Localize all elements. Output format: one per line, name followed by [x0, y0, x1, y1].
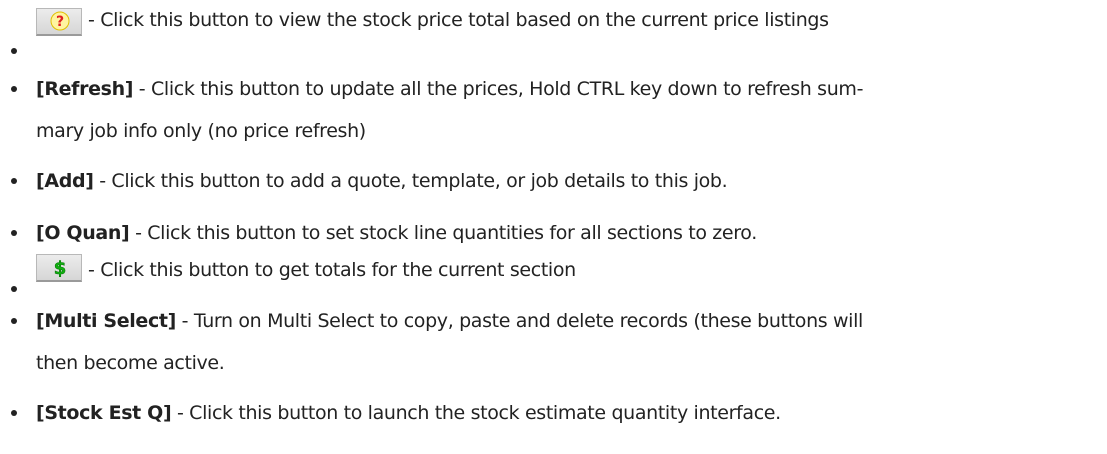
item-line: [Multi Select] - Turn on Multi Select to… — [36, 309, 863, 333]
item-label: [Stock Est Q] — [36, 402, 172, 424]
bullet — [11, 86, 17, 92]
item-text: - Click this button to add a quote, temp… — [93, 170, 728, 192]
item-line: [Refresh] - Click this button to update … — [36, 77, 863, 101]
item-text-continued: then become active. — [36, 352, 225, 374]
bullet — [11, 286, 17, 292]
item-line: [O Quan] - Click this button to set stoc… — [36, 221, 757, 245]
item-text: - Click this button to launch the stock … — [171, 402, 781, 424]
bullet — [11, 178, 17, 184]
item-text: - Click this button to view the stock pr… — [88, 9, 829, 31]
item-line: [Add] - Click this button to add a quote… — [36, 169, 728, 193]
bullet — [11, 318, 17, 324]
item-text-continued: mary job info only (no price refresh) — [36, 120, 366, 142]
svg-text:$: $ — [54, 258, 67, 279]
item-line: [Stock Est Q] - Click this button to lau… — [36, 401, 781, 425]
item-label: [Multi Select] — [36, 310, 176, 332]
dollar-icon[interactable]: $ — [36, 254, 82, 282]
bullet — [11, 410, 17, 416]
item-label: [Add] — [36, 170, 94, 192]
item-text: - Turn on Multi Select to copy, paste an… — [175, 310, 864, 332]
bullet — [11, 230, 17, 236]
item-text: - Click this button to update all the pr… — [133, 78, 864, 100]
item-text: - Click this button to set stock line qu… — [129, 222, 757, 244]
item-label: [Refresh] — [36, 78, 134, 100]
svg-text:?: ? — [56, 14, 64, 30]
help-question-icon[interactable]: ? — [36, 8, 82, 36]
item-label: [O Quan] — [36, 222, 130, 244]
bullet — [11, 48, 17, 54]
item-text: - Click this button to get totals for th… — [88, 259, 576, 281]
